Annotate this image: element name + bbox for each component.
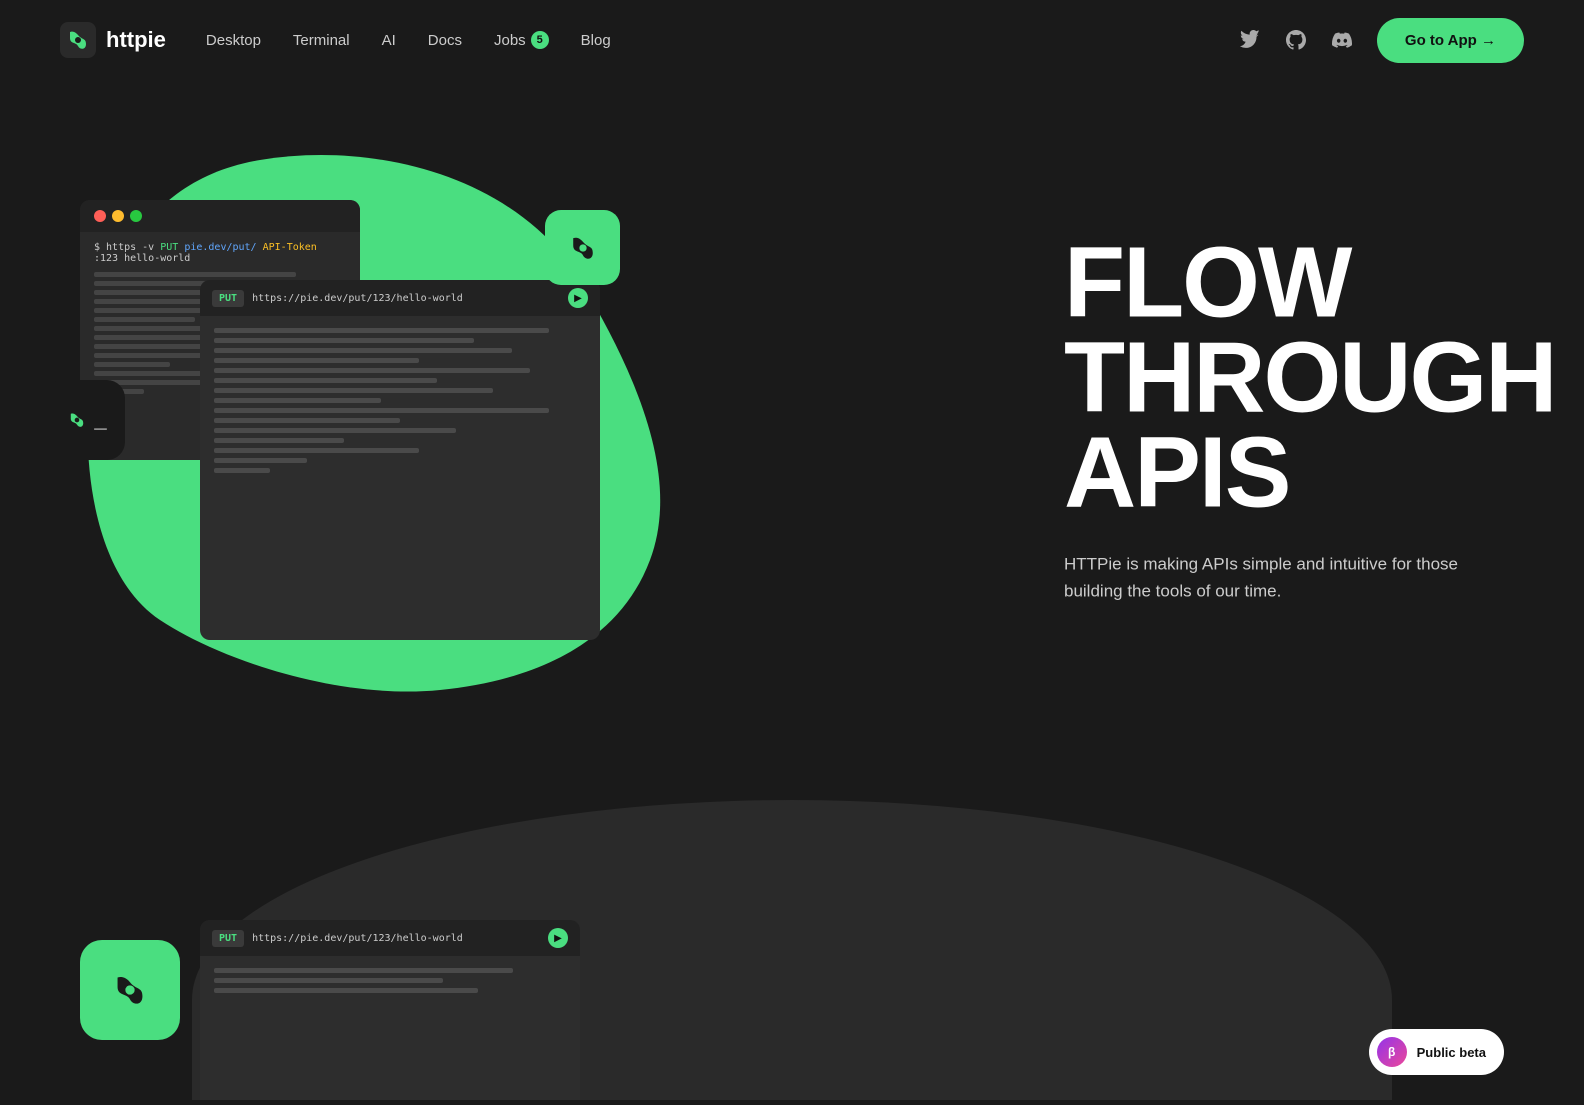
tb-line [214, 448, 419, 453]
second-url-text: https://pie.dev/put/123/hello-world [252, 933, 540, 944]
terminal-window-2: PUT https://pie.dev/put/123/hello-world … [200, 280, 600, 640]
nav-desktop[interactable]: Desktop [206, 32, 261, 49]
dot-green [130, 210, 142, 222]
tb-line [214, 988, 478, 993]
logo-text: httpie [106, 27, 166, 53]
url-text: https://pie.dev/put/123/hello-world [252, 293, 560, 304]
logo-icon [60, 22, 96, 58]
public-beta-badge[interactable]: β Public beta [1369, 1029, 1504, 1075]
logo[interactable]: httpie [60, 22, 166, 58]
second-run-arrow-icon: ▶ [554, 933, 562, 944]
tb-line [214, 398, 381, 403]
twitter-icon[interactable] [1239, 29, 1261, 51]
hero-section: $ https -v PUT pie.dev/put/ API-Token :1… [0, 80, 1584, 760]
hero-text: FLOW THROUGH APIs HTTPie is making APIs … [1064, 235, 1504, 604]
run-button[interactable]: ▶ [568, 288, 588, 308]
tb-line [214, 328, 549, 333]
httpie-logo-dark-icon [63, 406, 91, 434]
tb-line [214, 968, 513, 973]
go-to-app-button[interactable]: Go to App → [1377, 18, 1524, 63]
url-bar: PUT https://pie.dev/put/123/hello-world … [200, 280, 600, 316]
t-line [94, 371, 207, 376]
navbar: httpie Desktop Terminal AI Docs Jobs 5 B… [0, 0, 1584, 80]
jobs-badge-count: 5 [531, 31, 549, 49]
t-line [94, 272, 296, 277]
tb-line [214, 418, 400, 423]
hero-subtitle: HTTPie is making APIs simple and intuiti… [1064, 550, 1504, 604]
terminal-body-2 [200, 316, 600, 485]
app-icon-green-small [545, 210, 620, 285]
beta-avatar: β [1377, 1037, 1407, 1067]
nav-blog[interactable]: Blog [581, 32, 611, 49]
second-url-bar: PUT https://pie.dev/put/123/hello-world … [200, 920, 580, 956]
tb-line [214, 438, 344, 443]
second-method-badge: PUT [212, 930, 244, 947]
nav-left: httpie Desktop Terminal AI Docs Jobs 5 B… [60, 22, 611, 58]
nav-links: Desktop Terminal AI Docs Jobs 5 Blog [206, 31, 611, 49]
tb-line [214, 458, 307, 463]
nav-terminal[interactable]: Terminal [293, 32, 350, 49]
second-httpie-icon [102, 962, 158, 1018]
t-line [94, 362, 170, 367]
tb-line [214, 468, 270, 473]
tb-line [214, 428, 456, 433]
tb-line [214, 978, 443, 983]
tb-line [214, 388, 493, 393]
nav-jobs[interactable]: Jobs 5 [494, 31, 549, 49]
tb-line [214, 338, 474, 343]
hero-title: FLOW THROUGH APIs [1064, 235, 1504, 520]
nav-right: Go to App → [1239, 18, 1524, 63]
run-arrow-icon: ▶ [574, 293, 582, 304]
github-icon[interactable] [1285, 29, 1307, 51]
nav-ai[interactable]: AI [382, 32, 396, 49]
tb-line [214, 348, 512, 353]
second-terminal-body [200, 956, 580, 1005]
app-icon-dark-small: _ [45, 380, 125, 460]
dot-red [94, 210, 106, 222]
discord-icon[interactable] [1331, 29, 1353, 51]
second-terminal: PUT https://pie.dev/put/123/hello-world … [200, 920, 580, 1100]
second-run-button[interactable]: ▶ [548, 928, 568, 948]
terminal-titlebar-1 [80, 200, 360, 232]
tb-line [214, 358, 419, 363]
tb-line [214, 378, 437, 383]
t-line [94, 317, 195, 322]
nav-docs[interactable]: Docs [428, 32, 462, 49]
tb-line [214, 408, 549, 413]
tb-line [214, 368, 530, 373]
dot-yellow [112, 210, 124, 222]
beta-label: Public beta [1417, 1045, 1486, 1060]
method-badge: PUT [212, 290, 244, 307]
terminal-cmd-line: $ https -v PUT pie.dev/put/ API-Token :1… [94, 242, 346, 264]
httpie-logo-green-icon [561, 226, 605, 270]
second-app-icon [80, 940, 180, 1040]
second-section: PUT https://pie.dev/put/123/hello-world … [0, 760, 1584, 1100]
